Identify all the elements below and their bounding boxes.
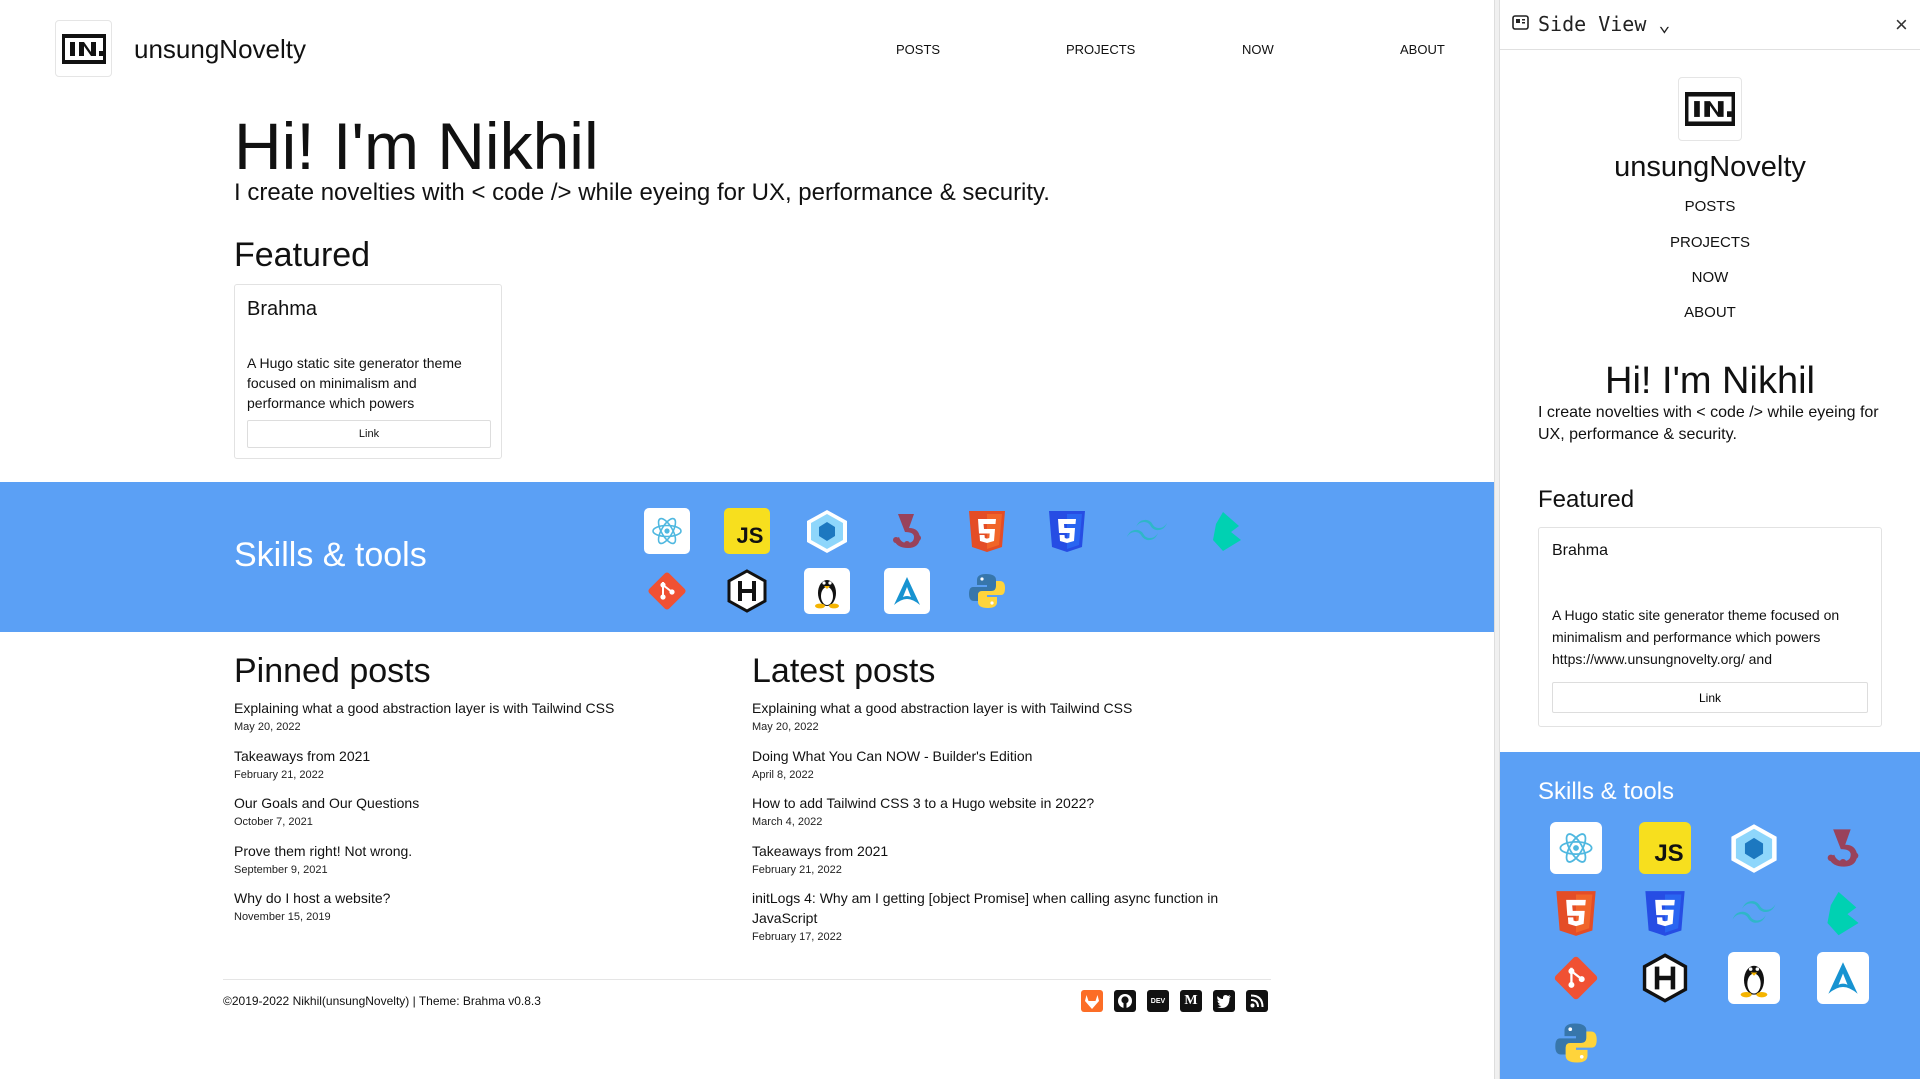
html5-icon (964, 508, 1010, 554)
side-nav-now[interactable]: NOW (1500, 269, 1920, 286)
gitlab-icon[interactable] (1081, 990, 1103, 1012)
side-hero-subtitle: I create novelties with < code /> while … (1538, 404, 1879, 443)
latest-posts-heading: Latest posts (752, 652, 936, 690)
latest-post[interactable]: Doing What You Can NOW - Builder's Editi… (752, 746, 1032, 782)
latest-post[interactable]: How to add Tailwind CSS 3 to a Hugo webs… (752, 793, 1094, 829)
pinned-post[interactable]: Prove them right! Not wrong. September 9,… (234, 841, 412, 877)
react-icon (1550, 822, 1602, 874)
bulma-icon (1204, 508, 1250, 554)
hero-title: Hi! I'm Nikhil (234, 109, 599, 183)
linux-icon (804, 568, 850, 614)
hero-subtitle: I create novelties with < code /> while … (234, 179, 1050, 206)
side-view-title-dropdown[interactable]: Side View ⌄ (1538, 12, 1670, 36)
webpack-icon (804, 508, 850, 554)
css3-icon (1044, 508, 1090, 554)
site-header: unsungNovelty POSTS PROJECTS NOW ABOUT (0, 0, 1494, 100)
pinned-post[interactable]: Our Goals and Our Questions October 7, 20… (234, 793, 419, 829)
card-title: Brahma (247, 298, 318, 320)
featured-heading: Featured (234, 236, 371, 274)
side-card-title: Brahma (1552, 542, 1609, 559)
side-card-link-button[interactable]: Link (1552, 682, 1868, 713)
side-skills-section: Skills & tools JS (1500, 752, 1920, 1079)
git-icon (644, 568, 690, 614)
nav-about[interactable]: ABOUT (1400, 42, 1445, 57)
nav-posts[interactable]: POSTS (896, 42, 940, 57)
medium-icon[interactable]: M (1180, 990, 1202, 1012)
hugo-icon (724, 568, 770, 614)
card-description: A Hugo static site generator theme focus… (247, 355, 462, 411)
latest-post[interactable]: Takeaways from 2021 February 21, 2022 (752, 841, 888, 877)
pinned-posts-heading: Pinned posts (234, 652, 431, 690)
side-hero-title: Hi! I'm Nikhil (1605, 360, 1815, 402)
footer-divider (223, 979, 1271, 980)
jest-icon (884, 508, 930, 554)
side-view-toolbar: Side View ⌄ × (1500, 0, 1920, 50)
twitter-icon[interactable] (1213, 990, 1235, 1012)
side-view-icon (1512, 15, 1529, 35)
python-icon (1550, 1017, 1602, 1069)
side-card-description: A Hugo static site generator theme focus… (1552, 607, 1840, 667)
side-nav-projects[interactable]: PROJECTS (1500, 234, 1920, 251)
side-view-panel: Side View ⌄ × unsungNovelty POSTS PROJEC… (1500, 0, 1920, 1079)
html5-icon (1550, 887, 1602, 939)
latest-post[interactable]: Explaining what a good abstraction layer… (752, 698, 1132, 734)
logo-icon (1685, 92, 1735, 126)
close-icon[interactable]: × (1895, 12, 1908, 38)
site-brand[interactable]: unsungNovelty (134, 34, 306, 65)
side-site-brand[interactable]: unsungNovelty (1500, 151, 1920, 184)
site-logo[interactable] (55, 20, 112, 77)
logo-icon (61, 33, 106, 64)
featured-card: Brahma A Hugo static site generator them… (234, 284, 502, 459)
arch-linux-icon (1817, 952, 1869, 1004)
github-icon[interactable] (1114, 990, 1136, 1012)
linux-icon (1728, 952, 1780, 1004)
javascript-icon: JS (724, 508, 770, 554)
arch-linux-icon (884, 568, 930, 614)
tailwind-icon (1124, 508, 1170, 554)
rss-icon[interactable] (1246, 990, 1268, 1012)
side-featured-heading: Featured (1538, 486, 1635, 513)
javascript-icon: JS (1639, 822, 1691, 874)
skills-heading: Skills & tools (234, 536, 427, 574)
card-link-button[interactable]: Link (247, 420, 491, 448)
side-skills-heading: Skills & tools (1538, 778, 1675, 805)
tailwind-icon (1728, 887, 1780, 939)
webpack-icon (1728, 822, 1780, 874)
side-nav-posts[interactable]: POSTS (1500, 198, 1920, 215)
pinned-post[interactable]: Takeaways from 2021 February 21, 2022 (234, 746, 370, 782)
hugo-icon (1639, 952, 1691, 1004)
python-icon (964, 568, 1010, 614)
side-nav-about[interactable]: ABOUT (1500, 304, 1920, 321)
side-featured-card: Brahma A Hugo static site generator them… (1538, 527, 1882, 727)
pinned-post[interactable]: Why do I host a website? November 15, 201… (234, 888, 390, 924)
main-page: unsungNovelty POSTS PROJECTS NOW ABOUT H… (0, 0, 1494, 1079)
footer-copyright: ©2019-2022 Nikhil(unsungNovelty) | Theme… (223, 994, 541, 1008)
skills-section: Skills & tools JS (0, 482, 1494, 632)
nav-projects[interactable]: PROJECTS (1066, 42, 1135, 57)
git-icon (1550, 952, 1602, 1004)
side-site-logo[interactable] (1678, 77, 1742, 141)
css3-icon (1639, 887, 1691, 939)
nav-now[interactable]: NOW (1242, 42, 1274, 57)
bulma-icon (1817, 887, 1869, 939)
jest-icon (1817, 822, 1869, 874)
react-icon (644, 508, 690, 554)
pinned-post[interactable]: Explaining what a good abstraction layer… (234, 698, 614, 734)
latest-post[interactable]: initLogs 4: Why am I getting [object Pro… (752, 888, 1232, 944)
dev-icon[interactable]: DEV (1147, 990, 1169, 1012)
